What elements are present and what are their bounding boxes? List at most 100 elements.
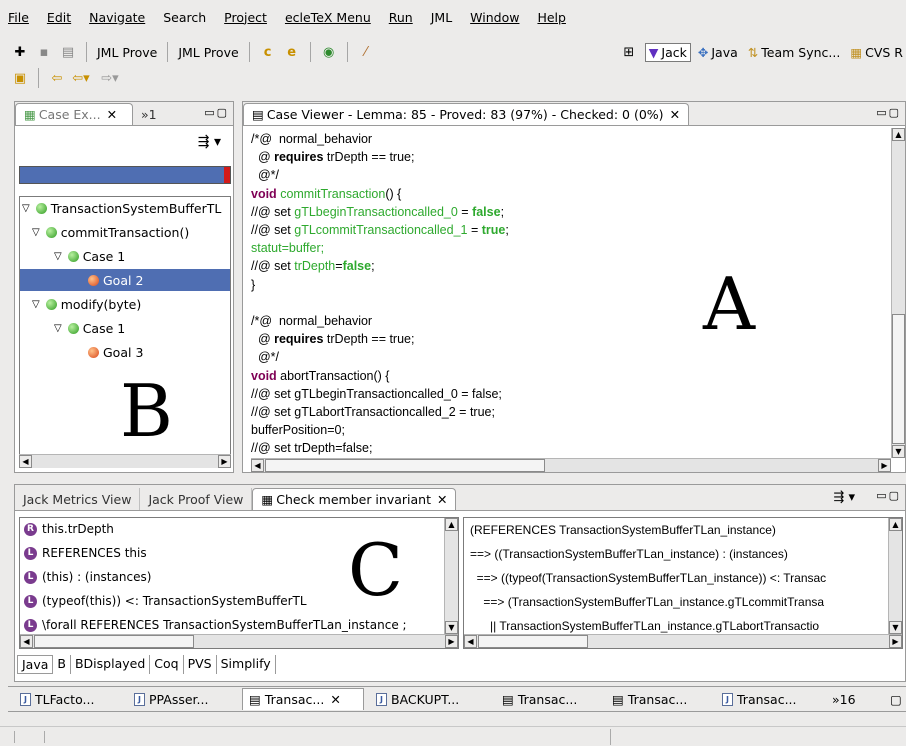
hyp-vscrollbar[interactable]: ▲ ▼ [444, 518, 458, 634]
menu-search[interactable]: Search [163, 10, 206, 25]
menu-file[interactable]: File [8, 10, 29, 25]
menu-project[interactable]: Project [224, 10, 267, 25]
print-icon[interactable]: ▤ [59, 43, 77, 61]
last-edit-icon[interactable]: ⇦ [48, 69, 66, 87]
tree-node-goal[interactable]: Goal 2 [20, 269, 230, 291]
scroll-up-icon[interactable]: ▲ [445, 518, 458, 531]
tab-jack-proof-view[interactable]: Jack Proof View [140, 488, 253, 510]
search-run-icon[interactable]: ◉ [320, 43, 338, 61]
scroll-right-icon[interactable]: ▶ [878, 459, 891, 472]
scroll-up-icon[interactable]: ▲ [889, 518, 902, 531]
tree-node-case[interactable]: ▽ Case 1 [20, 245, 230, 267]
menu-navigate[interactable]: Navigate [89, 10, 145, 25]
wand-icon[interactable]: ⁄ [357, 43, 375, 61]
tab-overflow[interactable]: »1 [133, 103, 165, 125]
jml-prove-button-1[interactable]: JML Prove [97, 45, 157, 60]
close-icon[interactable]: ✕ [330, 692, 340, 707]
scroll-left-icon[interactable]: ◀ [19, 455, 32, 468]
tab-prover-java[interactable]: Java [17, 655, 54, 674]
editor-tab[interactable]: J BACKUPT... [370, 688, 488, 710]
collapse-icon[interactable]: ▽ [54, 251, 62, 262]
editor-tab[interactable]: J Transac... [716, 688, 820, 710]
close-icon[interactable]: ✕ [107, 107, 117, 122]
hypothesis-item[interactable]: L (typeof(this)) <: TransactionSystemBuff… [24, 594, 307, 608]
editor-tab[interactable]: ▤ Transac... [496, 688, 600, 710]
scroll-left-icon[interactable]: ◀ [464, 635, 477, 648]
open-perspective-icon[interactable]: ⊞ [620, 43, 638, 61]
tab-case-viewer[interactable]: ▤ Case Viewer - Lemma: 85 - Proved: 83 (… [243, 103, 690, 125]
perspective-jack[interactable]: ▼ Jack [644, 42, 691, 62]
tab-prover-coq[interactable]: Coq [150, 655, 184, 674]
hypothesis-item[interactable]: L (this) : (instances) [24, 570, 151, 584]
close-icon[interactable]: ✕ [437, 492, 447, 507]
hypothesis-item[interactable]: Rthis.trDepth [24, 522, 114, 536]
menu-edit[interactable]: Edit [47, 10, 71, 25]
case-tree-hscrollbar[interactable]: ◀ ▶ [19, 454, 231, 468]
menu-jml[interactable]: JML [431, 10, 452, 25]
tab-jack-metrics-view[interactable]: Jack Metrics View [15, 488, 141, 510]
goal-hscrollbar[interactable]: ◀ ▶ [464, 634, 902, 648]
minimize-maximize-icon[interactable]: ▭▢ [204, 106, 229, 119]
back-icon[interactable]: ⇦▾ [72, 69, 90, 87]
scroll-left-icon[interactable]: ◀ [251, 459, 264, 472]
menu-ecletex[interactable]: ecleTeX Menu [285, 10, 371, 25]
menu-window[interactable]: Window [470, 10, 519, 25]
perspective-cvs[interactable]: ▦ CVS R [847, 44, 906, 61]
jack-c-icon[interactable]: c [259, 43, 277, 61]
scroll-down-icon[interactable]: ▼ [445, 621, 458, 634]
menu-run[interactable]: Run [389, 10, 413, 25]
hyp-hscrollbar[interactable]: ◀ ▶ [20, 634, 458, 648]
save-icon[interactable]: ▪ [35, 43, 53, 61]
editor-tab-overflow[interactable]: »16 [826, 688, 866, 710]
tree-node-case[interactable]: ▽ Case 1 [20, 317, 230, 339]
editor-tab[interactable]: ▤ Transac... [606, 688, 710, 710]
tab-prover-simplify[interactable]: Simplify [217, 655, 276, 674]
tab-check-member-invariant[interactable]: ▦ Check member invariant ✕ [252, 488, 457, 510]
minimize-maximize-icon[interactable]: ▭▢ [876, 489, 901, 502]
jml-prove-button-2[interactable]: JML Prove [178, 45, 238, 60]
scroll-right-icon[interactable]: ▶ [218, 455, 231, 468]
tab-case-explorer[interactable]: ▦ Case Ex... ✕ [15, 103, 133, 125]
hypothesis-item[interactable]: L REFERENCES this [24, 546, 147, 560]
scroll-right-icon[interactable]: ▶ [889, 635, 902, 648]
menu-help[interactable]: Help [537, 10, 566, 25]
task-icon[interactable]: ▣ [11, 69, 29, 87]
editor-tab[interactable]: J PPAsser... [128, 688, 238, 710]
editor-tab-active[interactable]: ▤ Transac... ✕ [242, 688, 364, 710]
perspective-team-sync[interactable]: ⇅ Team Sync... [745, 44, 844, 61]
collapse-icon[interactable]: ▽ [54, 323, 62, 334]
scrollbar-thumb[interactable] [892, 314, 905, 444]
maximize-icon[interactable]: ▢ [884, 688, 904, 710]
new-icon[interactable]: ✚ [11, 43, 29, 61]
jack-e-icon[interactable]: e [283, 43, 301, 61]
scroll-down-icon[interactable]: ▼ [892, 445, 905, 458]
editor-tab[interactable]: J TLFacto... [14, 688, 124, 710]
tab-prover-b[interactable]: B [53, 655, 71, 674]
code-vscrollbar[interactable]: ▲ ▼ [891, 128, 905, 458]
minimize-maximize-icon[interactable]: ▭▢ [876, 106, 901, 119]
collapse-icon[interactable]: ▽ [22, 203, 30, 214]
scrollbar-thumb[interactable] [478, 635, 588, 648]
scrollbar-thumb[interactable] [34, 635, 194, 648]
scroll-up-icon[interactable]: ▲ [892, 128, 905, 141]
scroll-right-icon[interactable]: ▶ [445, 635, 458, 648]
tree-node-method[interactable]: ▽ commitTransaction() [20, 221, 230, 243]
goal-vscrollbar[interactable]: ▲ ▼ [888, 518, 902, 634]
collapse-icon[interactable]: ▽ [32, 299, 40, 310]
scroll-left-icon[interactable]: ◀ [20, 635, 33, 648]
forward-icon[interactable]: ⇨▾ [101, 69, 119, 87]
code-hscrollbar[interactable]: ◀ ▶ [251, 458, 891, 472]
tree-node-goal[interactable]: Goal 3 [20, 341, 230, 363]
hypothesis-item[interactable]: L \forall REFERENCES TransactionSystemBuf… [24, 618, 407, 632]
collapse-icon[interactable]: ▽ [32, 227, 40, 238]
perspective-java[interactable]: ✥ Java [695, 44, 741, 61]
scrollbar-thumb[interactable] [265, 459, 545, 472]
case-explorer-menu-icon[interactable]: ⇶ ▾ [198, 134, 221, 150]
tree-node-class[interactable]: ▽ TransactionSystemBufferTL [20, 197, 230, 219]
tree-node-method[interactable]: ▽ modify(byte) [20, 293, 230, 315]
close-icon[interactable]: ✕ [670, 107, 680, 122]
proof-view-menu-icon[interactable]: ⇶ ▾ [833, 490, 855, 505]
scroll-down-icon[interactable]: ▼ [889, 621, 902, 634]
tab-prover-bdisplayed[interactable]: BDisplayed [71, 655, 151, 674]
tab-prover-pvs[interactable]: PVS [184, 655, 217, 674]
